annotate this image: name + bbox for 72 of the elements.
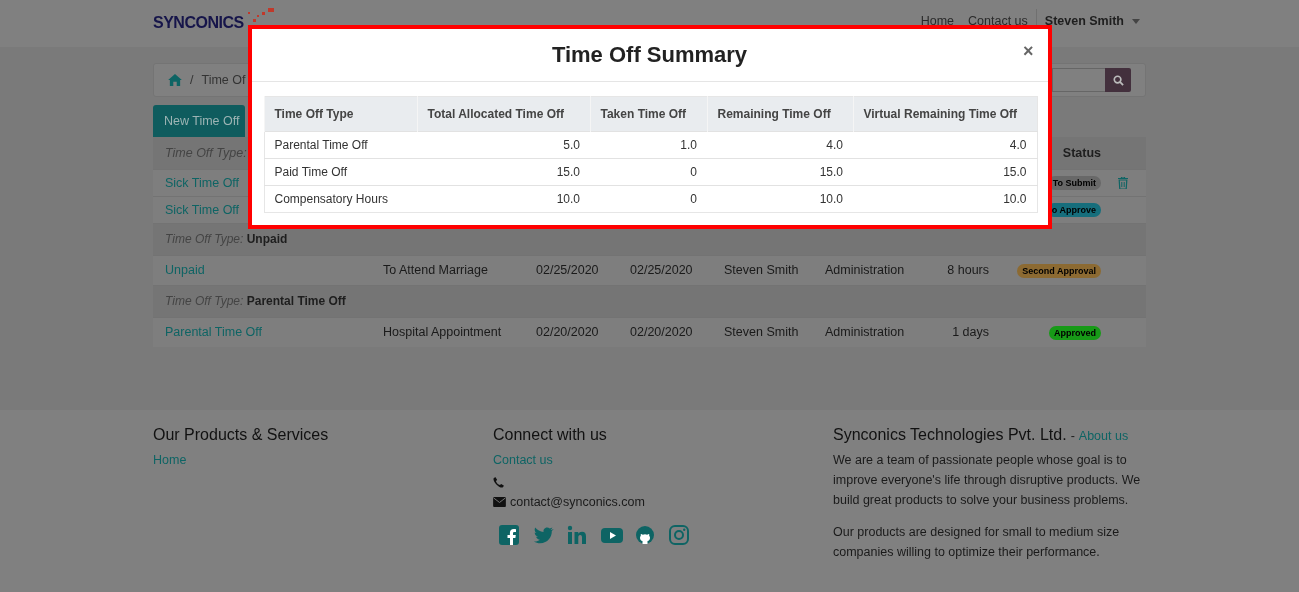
- table-cell: 10.0: [819, 192, 843, 206]
- column-header: Total Allocated Time Off: [427, 107, 564, 121]
- table-cell: Administration: [825, 325, 905, 340]
- table-cell: 02/25/2020: [630, 263, 693, 277]
- table-cell: Compensatory Hours: [274, 192, 388, 206]
- envelope-icon: [493, 496, 506, 507]
- table-cell: Steven Smith: [724, 263, 799, 277]
- table-cell: 0: [690, 165, 697, 179]
- github-icon[interactable]: [635, 525, 657, 545]
- status-badge: Approved: [1049, 325, 1101, 340]
- time-off-link[interactable]: Sick Time Off: [165, 175, 240, 190]
- table-cell: 10.0: [556, 192, 580, 206]
- search-button[interactable]: [1105, 68, 1131, 92]
- table-cell: 4.0: [826, 138, 843, 152]
- table-cell: Parental Time Off: [274, 138, 368, 152]
- table-cell: 0: [690, 192, 697, 206]
- close-button[interactable]: ×: [1019, 41, 1038, 62]
- table-cell: 02/20/2020: [536, 325, 599, 340]
- linkedin-icon[interactable]: [567, 525, 589, 545]
- time-off-link[interactable]: Parental Time Off: [165, 325, 263, 340]
- table-cell: Paid Time Off: [274, 165, 347, 179]
- paragraph: Our products are designed for small to medium size companies willing to optimize their performance.: [833, 524, 1121, 561]
- new-time-off-button[interactable]: New Time Off: [153, 105, 245, 137]
- video-play-icon[interactable]: [601, 525, 623, 545]
- table-cell: 8 hours: [947, 263, 989, 277]
- twitter-icon[interactable]: [533, 525, 555, 545]
- breadcrumb-item[interactable]: Time Of: [201, 73, 246, 87]
- table-cell: 02/25/2020: [536, 263, 599, 277]
- phone-icon: [493, 477, 504, 488]
- table-cell: 10.0: [1003, 192, 1027, 206]
- user-menu[interactable]: Steven Smith: [1044, 14, 1140, 28]
- column-header: Time Off Type: [274, 107, 354, 121]
- nav-link[interactable]: Contact us: [968, 14, 1028, 28]
- search-icon: [1112, 74, 1124, 86]
- home-icon: [168, 74, 182, 86]
- search-field[interactable]: [1052, 68, 1105, 92]
- footer-heading: Synconics Technologies Pvt. Ltd.: [833, 426, 1067, 444]
- column-header: Taken Time Off: [600, 107, 687, 121]
- table-cell: 1 days: [952, 325, 989, 340]
- paragraph: We are a team of passionate people whose goal is to improve everyone's life through disruptive products. We build great products to solve your business problems.: [833, 452, 1142, 509]
- column-header: Virtual Remaining Time Off: [863, 107, 1018, 121]
- breadcrumb-separator: /: [190, 73, 194, 87]
- nav-link[interactable]: Home: [920, 14, 955, 28]
- footer-link[interactable]: Home: [153, 453, 187, 467]
- status-badge: Second Approval: [1017, 263, 1101, 278]
- table-cell: Hospital Appointment: [383, 325, 502, 340]
- table-cell: 4.0: [1009, 138, 1027, 152]
- separator-dash: -: [1070, 429, 1075, 443]
- footer-link[interactable]: Contact us: [493, 453, 553, 467]
- logo-text[interactable]: SYNCONICS: [153, 14, 244, 32]
- column-header: Status: [1062, 145, 1101, 160]
- about-link[interactable]: About us: [1078, 429, 1129, 443]
- modal-title: Time Off Summary: [551, 42, 748, 68]
- table-cell: 15.0: [1003, 165, 1027, 179]
- time-off-link[interactable]: Sick Time Off: [165, 202, 240, 217]
- table-cell: 15.0: [556, 165, 580, 179]
- column-header: Remaining Time Off: [717, 107, 831, 121]
- footer-heading: Our Products & Services: [153, 426, 329, 444]
- table-cell: Administration: [825, 263, 905, 277]
- table-cell: 5.0: [563, 138, 580, 152]
- email-text: contact@synconics.com: [510, 494, 645, 509]
- table-cell: 1.0: [680, 138, 697, 152]
- facebook-icon[interactable]: [499, 525, 521, 545]
- trash-icon[interactable]: [1118, 176, 1128, 189]
- table-cell: Steven Smith: [724, 325, 799, 340]
- footer-heading: Connect with us: [493, 426, 607, 444]
- time-off-link[interactable]: Unpaid: [165, 263, 205, 277]
- table-cell: 02/20/2020: [630, 325, 693, 340]
- table-cell: 15.0: [819, 165, 843, 179]
- table-cell: To Attend Marriage: [383, 263, 488, 277]
- instagram-icon[interactable]: [669, 525, 691, 545]
- caret-icon: [1132, 18, 1140, 24]
